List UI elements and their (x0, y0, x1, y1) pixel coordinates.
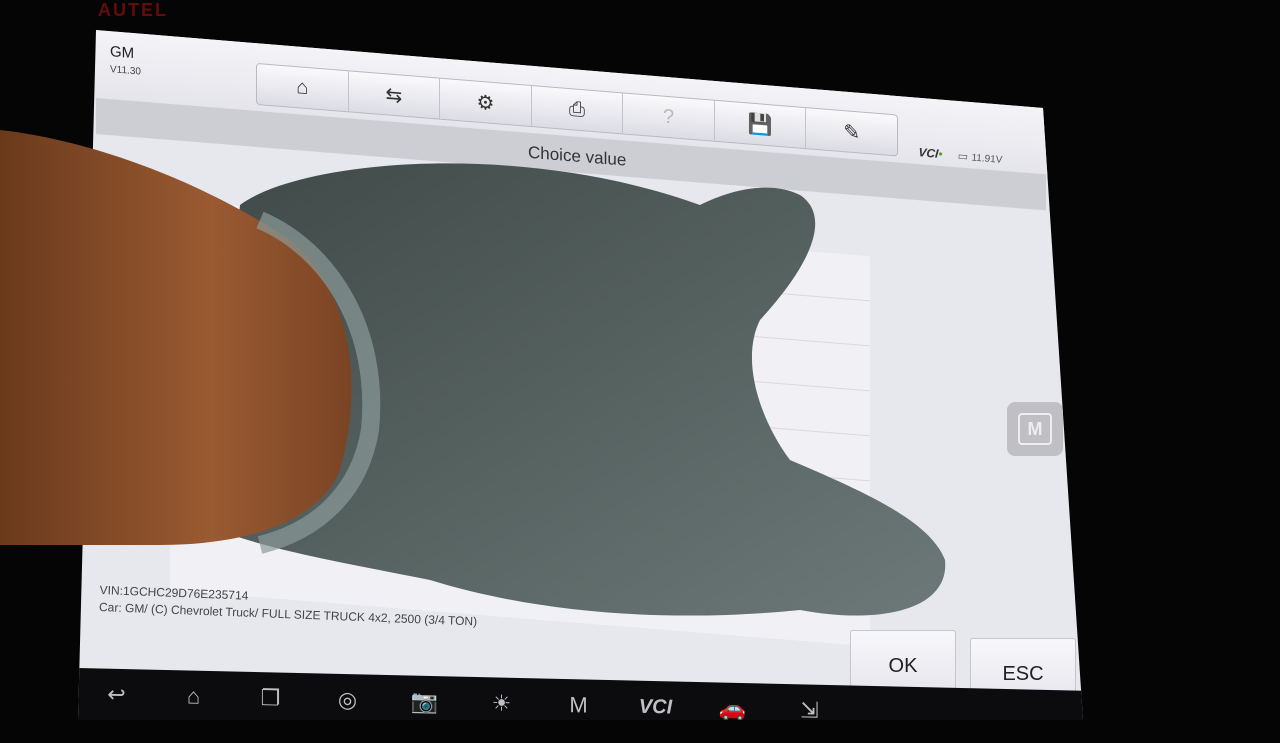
car-icon[interactable]: 🚗 (694, 695, 771, 720)
vci-nav-icon[interactable]: VCI (617, 695, 694, 720)
app-name: GM (110, 43, 135, 63)
vehicle-swap-icon[interactable]: ⇆ (348, 71, 441, 119)
home-icon[interactable]: ⌂ (257, 63, 349, 112)
back-icon[interactable]: ↩ (78, 681, 155, 709)
display-icon[interactable]: ☀ (463, 690, 540, 718)
maxifix-icon: M (1018, 413, 1052, 445)
device-brand: AUTEL (98, 0, 168, 20)
help-icon[interactable]: ? (623, 93, 715, 141)
battery-voltage: 11.91V (971, 152, 1003, 166)
camera-icon[interactable]: 📷 (386, 688, 463, 716)
home-nav-icon[interactable]: ⌂ (155, 683, 232, 711)
settings-icon[interactable]: ⚙ (440, 78, 532, 127)
floating-menu-button[interactable]: M (1007, 402, 1063, 456)
vci-link-dot: • (937, 146, 944, 162)
choice-list[interactable] (170, 200, 870, 647)
vci-status-icon: VCI (917, 145, 939, 161)
battery-icon: ▭ (957, 150, 969, 164)
edit-icon[interactable]: ✎ (806, 108, 897, 155)
print-icon[interactable]: ⎙ (531, 86, 624, 134)
remote-icon[interactable]: ⇲ (771, 697, 848, 720)
recent-apps-icon[interactable]: ❐ (232, 684, 309, 712)
app-version: V11.30 (110, 64, 141, 78)
page-title: Choice value (528, 142, 627, 170)
tablet-screen: GM V11.30 ⌂ ⇆ ⚙ ⎙ ? 💾 ✎ Choice value VCI… (78, 30, 1083, 720)
maxifix-nav-icon[interactable]: M (540, 691, 617, 719)
browser-icon[interactable]: ◎ (309, 686, 386, 714)
save-icon[interactable]: 💾 (714, 100, 807, 149)
